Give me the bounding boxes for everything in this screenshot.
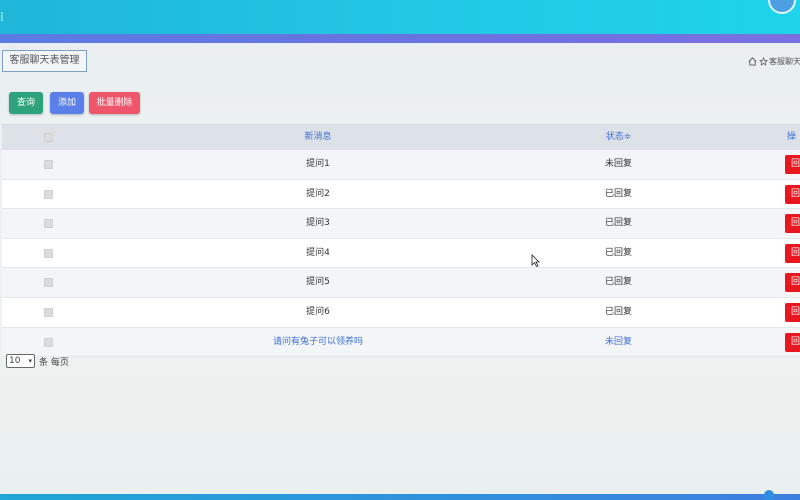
status-cell: 未回复 <box>604 336 632 347</box>
reply-button[interactable]: 回 <box>785 155 800 174</box>
chat-table: 新消息 状态≑ 操 提问1 未回复回提问2 已回复回提问3 已回复回提问4 已回复回提问… <box>2 124 800 358</box>
message-cell: 提问4 <box>306 247 330 258</box>
home-icon[interactable] <box>748 56 757 66</box>
column-header-status[interactable]: 状态≑ <box>562 125 675 150</box>
column-header-message: 新消息 <box>304 132 332 142</box>
table-row[interactable]: 请问有兔子可以领养吗 未回复 回 <box>2 327 800 358</box>
reply-button[interactable]: 回 <box>785 303 800 322</box>
top-accent-strip <box>0 34 800 43</box>
status-cell: 已回复 <box>604 218 632 229</box>
table-row[interactable]: 提问3 已回复 回 <box>2 209 800 239</box>
message-cell: 请问有兔子可以领养吗 <box>272 336 363 347</box>
caret-down-icon: ▾ <box>28 357 32 365</box>
status-cell: 已回复 <box>604 188 632 199</box>
row-checkbox[interactable] <box>44 248 53 258</box>
column-header-operation: 操 <box>787 132 797 142</box>
menu-icon[interactable]: ⁞ <box>0 10 4 24</box>
message-cell: 提问3 <box>306 218 330 229</box>
scroll-handle[interactable] <box>764 490 774 500</box>
per-page-label: 条 每页 <box>39 357 69 368</box>
cursor-icon <box>531 254 540 267</box>
message-cell: 提问6 <box>306 307 330 317</box>
page-size-select[interactable]: 10 ▾ <box>6 354 35 368</box>
status-cell: 已回复 <box>604 277 632 288</box>
select-all-checkbox[interactable] <box>44 133 53 142</box>
breadcrumb-current[interactable]: 客服聊天 <box>769 56 800 67</box>
page-size-value: 10 <box>9 356 21 366</box>
status-cell: 已回复 <box>604 307 632 317</box>
reply-button[interactable]: 回 <box>785 184 800 204</box>
reply-button[interactable]: 回 <box>785 273 800 293</box>
batch-delete-button[interactable]: 批量删除 <box>89 92 140 114</box>
add-button[interactable]: 添加 <box>50 92 84 114</box>
star-icon <box>759 56 768 66</box>
reply-button[interactable]: 回 <box>785 214 800 234</box>
table-row[interactable]: 提问1 未回复 回 <box>2 150 800 180</box>
row-checkbox[interactable] <box>44 189 53 199</box>
row-checkbox[interactable] <box>44 308 53 317</box>
status-cell: 未回复 <box>604 159 632 169</box>
row-checkbox[interactable] <box>44 337 53 347</box>
bottom-bar <box>0 494 800 500</box>
row-checkbox[interactable] <box>44 278 53 288</box>
table-row[interactable]: 提问6 已回复 回 <box>2 298 800 328</box>
table-row[interactable]: 提问2 已回复 回 <box>2 180 800 210</box>
message-cell: 提问5 <box>306 277 330 288</box>
top-nav-bar <box>0 0 800 34</box>
table-row[interactable]: 提问5 已回复 回 <box>2 268 800 298</box>
pagination: 10 ▾ 条 每页 <box>6 354 69 368</box>
page-title: 客服聊天表管理 <box>2 50 87 72</box>
row-checkbox[interactable] <box>44 160 53 169</box>
table-row[interactable]: 提问4 已回复 回 <box>2 239 800 269</box>
status-cell: 已回复 <box>604 247 632 258</box>
query-button[interactable]: 查询 <box>9 92 43 114</box>
breadcrumb: 客服聊天 <box>748 54 800 68</box>
message-cell: 提问1 <box>306 159 330 169</box>
reply-button[interactable]: 回 <box>785 243 800 263</box>
row-checkbox[interactable] <box>44 219 53 229</box>
message-cell: 提问2 <box>306 188 330 199</box>
reply-button[interactable]: 回 <box>785 332 800 352</box>
table-header: 新消息 状态≑ 操 <box>2 125 800 150</box>
